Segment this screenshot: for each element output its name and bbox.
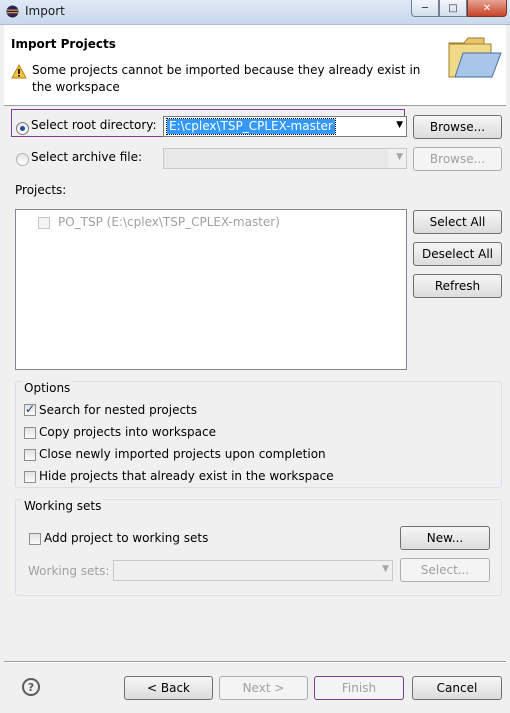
cancel-button[interactable]: Cancel [412, 676, 502, 700]
minimize-button[interactable]: ─ [411, 0, 439, 17]
archive-file-combo[interactable]: ▼ [163, 148, 407, 169]
window-title: Import [25, 4, 65, 18]
root-directory-radio[interactable] [16, 122, 29, 135]
footer-separator [4, 661, 506, 663]
project-checkbox[interactable] [38, 217, 50, 229]
maximize-button[interactable]: □ [439, 0, 467, 17]
select-working-sets-button[interactable]: Select... [400, 558, 490, 582]
working-sets-combo[interactable]: ▼ [113, 560, 393, 581]
title-bar[interactable]: Import ─ □ ✕ [0, 0, 510, 25]
deselect-all-button[interactable]: Deselect All [413, 242, 502, 266]
close-icon: ✕ [482, 2, 492, 14]
select-all-button[interactable]: Select All [413, 210, 502, 234]
hide-existing-checkbox[interactable] [24, 471, 36, 483]
working-sets-label: Working sets: [28, 564, 110, 578]
next-button[interactable]: Next > [219, 676, 308, 700]
search-nested-checkbox[interactable] [24, 402, 36, 416]
help-icon[interactable]: ? [22, 678, 40, 696]
list-item[interactable]: PO_TSP (E:\cplex\TSP_CPLEX-master) [38, 215, 398, 231]
wizard-header: Import Projects Some projects cannot be … [4, 25, 506, 106]
root-directory-value: E:\cplex\TSP_CPLEX-master [166, 118, 336, 135]
maximize-icon: □ [448, 2, 458, 14]
browse-archive-button[interactable]: Browse... [413, 147, 502, 171]
copy-into-workspace-label: Copy projects into workspace [39, 425, 217, 439]
hide-existing-label: Hide projects that already exist in the … [39, 469, 334, 483]
root-directory-label: Select root directory: [31, 118, 157, 132]
add-to-working-sets-label: Add project to working sets [44, 531, 209, 545]
close-imported-checkbox[interactable] [24, 449, 36, 461]
folder-icon [448, 37, 502, 78]
chevron-down-icon[interactable]: ▼ [382, 564, 389, 574]
browse-root-button[interactable]: Browse... [413, 115, 502, 139]
archive-file-label: Select archive file: [31, 150, 143, 164]
add-to-working-sets-checkbox[interactable] [29, 533, 41, 545]
working-sets-title: Working sets [22, 499, 104, 513]
project-label: PO_TSP (E:\cplex\TSP_CPLEX-master) [58, 215, 280, 229]
eclipse-icon [6, 5, 19, 18]
close-imported-label: Close newly imported projects upon compl… [39, 447, 326, 461]
warning-message: Some projects cannot be imported because… [32, 63, 421, 94]
options-title: Options [22, 381, 73, 395]
page-title: Import Projects [11, 37, 116, 51]
search-nested-label: Search for nested projects [39, 403, 198, 417]
copy-into-workspace-checkbox[interactable] [24, 427, 36, 439]
refresh-button[interactable]: Refresh [413, 274, 502, 298]
chevron-down-icon[interactable]: ▼ [396, 152, 403, 162]
minimize-icon: ─ [421, 2, 429, 14]
archive-file-radio[interactable] [16, 153, 29, 166]
chevron-down-icon[interactable]: ▼ [396, 120, 403, 130]
projects-list[interactable]: PO_TSP (E:\cplex\TSP_CPLEX-master) [15, 209, 407, 370]
new-working-set-button[interactable]: New... [400, 526, 490, 550]
projects-label: Projects: [15, 183, 67, 197]
archive-file-field [164, 149, 388, 168]
close-button[interactable]: ✕ [467, 0, 507, 17]
root-directory-combo[interactable]: E:\cplex\TSP_CPLEX-master ▼ [163, 116, 407, 137]
finish-button[interactable]: Finish [314, 676, 404, 700]
back-button[interactable]: < Back [124, 676, 213, 700]
warning-icon [11, 64, 27, 79]
